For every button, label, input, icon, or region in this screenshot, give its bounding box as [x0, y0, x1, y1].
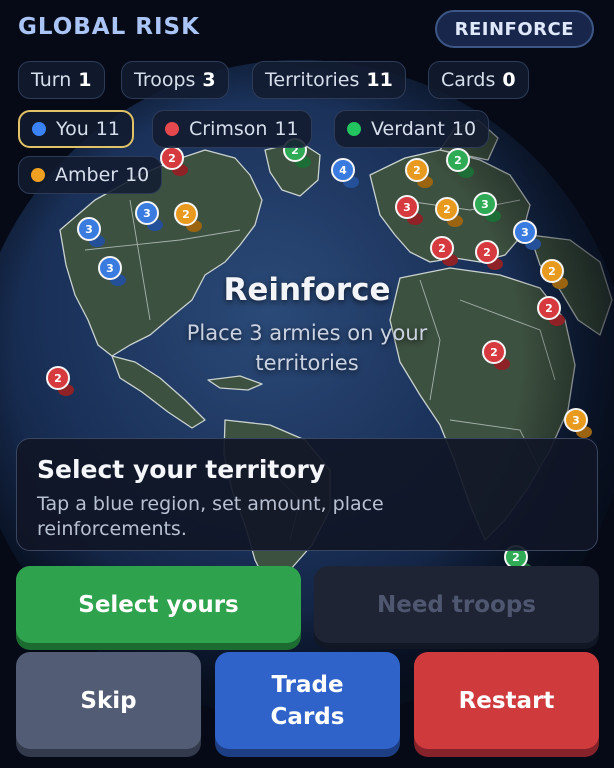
troops-stat: Troops 3: [121, 61, 229, 99]
player-name: Crimson: [189, 118, 268, 140]
subtitle-line: Place 3 armies on your: [186, 321, 428, 345]
troop-count: 2: [182, 208, 190, 221]
troop-count: 2: [438, 242, 446, 255]
player-chip-you[interactable]: You 11: [18, 110, 134, 148]
player-name: You: [56, 118, 89, 140]
turn-stat: Turn 1: [18, 61, 105, 99]
turn-label: Turn: [31, 69, 72, 91]
need-troops-button[interactable]: Need troops: [314, 566, 599, 643]
subtitle-line: territories: [255, 351, 359, 375]
troop-count: 2: [454, 154, 462, 167]
player-count: 10: [125, 164, 150, 186]
territories-stat: Territories 11: [252, 61, 406, 99]
troop-count: 3: [572, 414, 580, 427]
troop-count: 4: [339, 164, 347, 177]
troops-label: Troops: [134, 69, 196, 91]
player-name: Amber: [55, 164, 119, 186]
troop-count: 2: [168, 152, 176, 165]
skip-button[interactable]: Skip: [16, 652, 201, 749]
phase-overlay-title: Reinforce: [223, 272, 391, 308]
troop-count: 2: [483, 246, 491, 259]
troop-count: 2: [54, 372, 62, 385]
troop-count: 3: [85, 223, 93, 236]
player-count: 10: [451, 118, 477, 140]
cards-stat: Cards 0: [428, 61, 529, 99]
troop-count: 3: [481, 198, 489, 211]
phase-overlay-subtitle: Place 3 armies on your territories: [157, 318, 457, 378]
troop-count: 2: [490, 346, 498, 359]
amber-player-dot: [31, 168, 45, 182]
select-yours-button[interactable]: Select yours: [16, 566, 301, 643]
trade-label-line: Trade: [271, 671, 344, 698]
player-chip-amber[interactable]: Amber 10: [18, 156, 163, 194]
troop-count: 3: [143, 207, 151, 220]
player-chip-verdant[interactable]: Verdant 10: [334, 110, 490, 148]
instruction-panel: Select your territory Tap a blue region,…: [16, 438, 598, 551]
trade-cards-button[interactable]: Trade Cards: [215, 652, 400, 749]
turn-value: 1: [78, 69, 92, 91]
restart-button[interactable]: Restart: [414, 652, 599, 749]
cards-value: 0: [502, 69, 516, 91]
instruction-line: reinforcements.: [37, 518, 187, 540]
instruction-line: Tap a blue region, set amount, place: [37, 493, 384, 515]
reinforce-phase-button[interactable]: REINFORCE: [434, 10, 594, 48]
red-player-dot: [165, 122, 179, 136]
player-chip-crimson[interactable]: Crimson 11: [152, 110, 312, 148]
territories-value: 11: [366, 69, 393, 91]
troops-value: 3: [202, 69, 216, 91]
troop-count: 2: [512, 551, 520, 564]
blue-player-dot: [32, 122, 46, 136]
game-title: GLOBAL RISK: [18, 14, 200, 40]
troop-count: 2: [443, 203, 451, 216]
instruction-title: Select your territory: [37, 455, 326, 484]
cards-label: Cards: [441, 69, 496, 91]
territories-label: Territories: [265, 69, 360, 91]
player-count: 11: [95, 118, 120, 140]
instruction-text: Tap a blue region, set amount, place rei…: [37, 492, 577, 542]
troop-count: 3: [521, 226, 529, 239]
troop-count: 2: [413, 164, 421, 177]
troop-count: 3: [403, 201, 411, 214]
player-count: 11: [274, 118, 299, 140]
trade-label-line: Cards: [270, 703, 345, 730]
green-player-dot: [347, 122, 361, 136]
player-name: Verdant: [371, 118, 445, 140]
